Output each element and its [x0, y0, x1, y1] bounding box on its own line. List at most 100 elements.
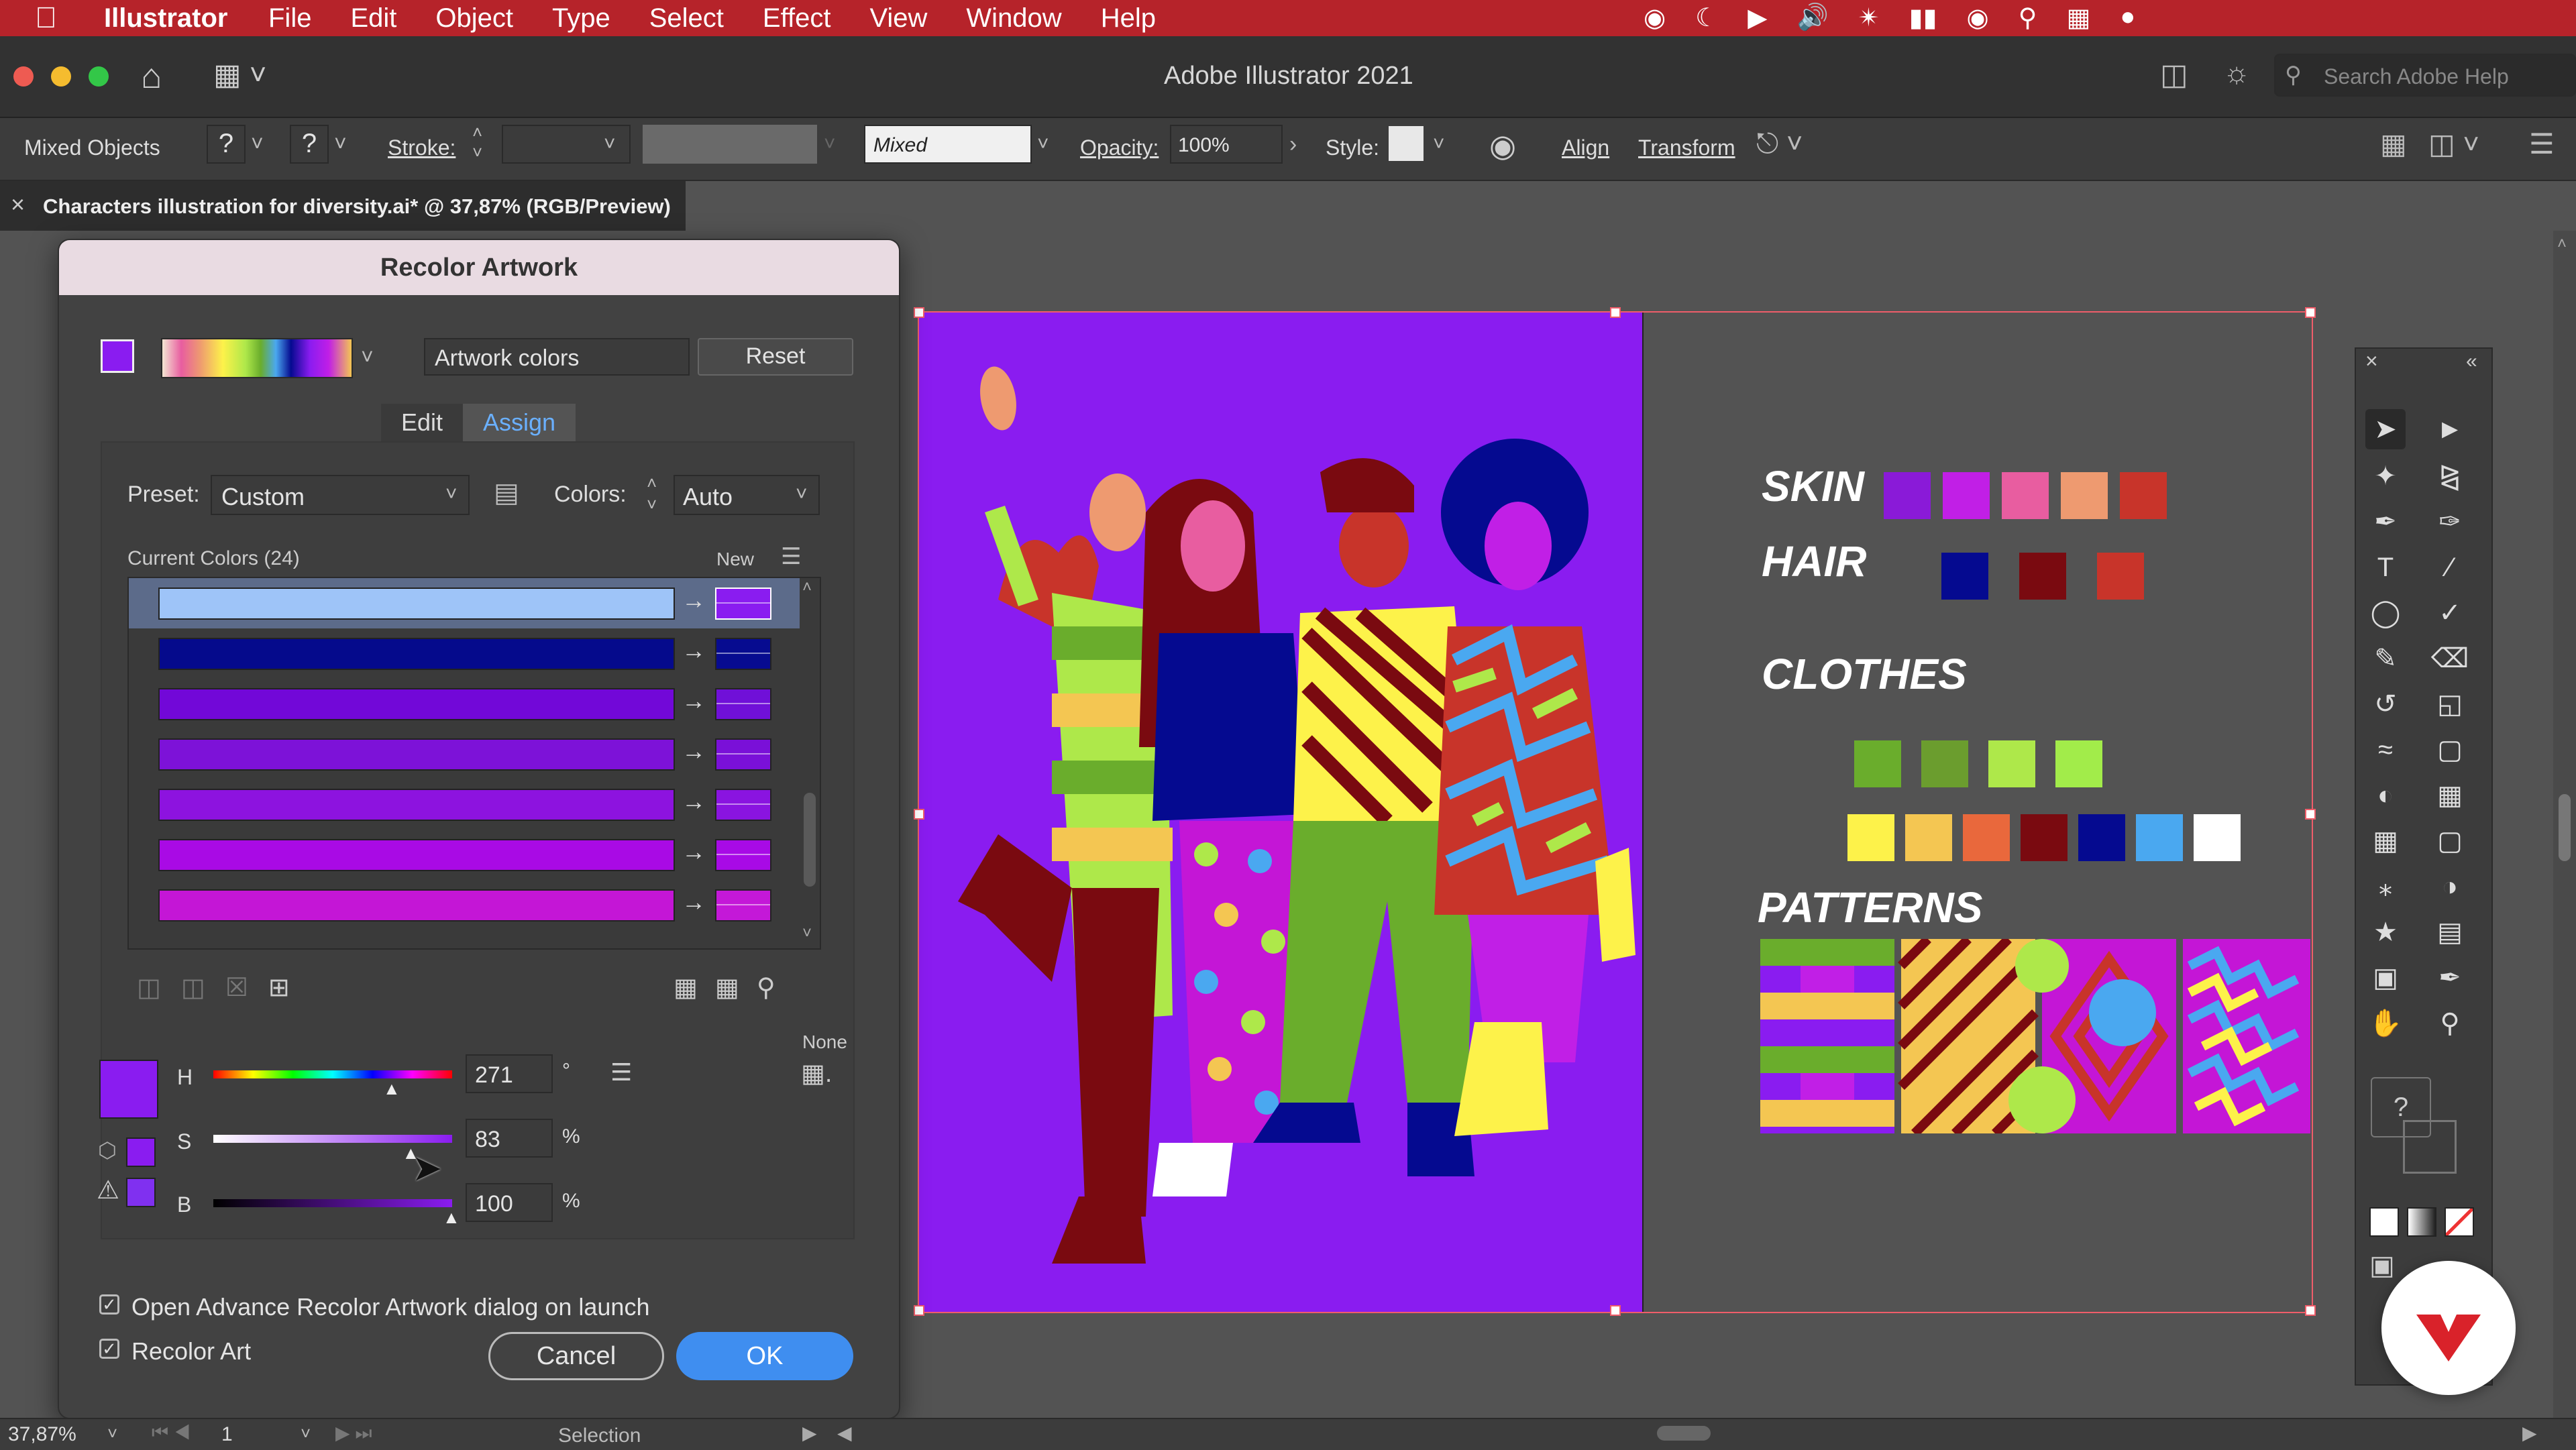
- obs-icon[interactable]: ◉: [1644, 3, 1666, 33]
- document-tab[interactable]: × Characters illustration for diversity.…: [0, 181, 686, 231]
- menu-file[interactable]: File: [268, 3, 311, 33]
- menu-select[interactable]: Select: [649, 3, 724, 33]
- current-color-bar[interactable]: [158, 688, 675, 720]
- curvature-tool-icon[interactable]: ✑: [2430, 502, 2470, 542]
- artboard-number-field[interactable]: 1: [221, 1423, 233, 1446]
- menu-window[interactable]: Window: [966, 3, 1061, 33]
- color-mode-grid-icon[interactable]: ▦.: [801, 1058, 832, 1089]
- hue-slider[interactable]: ▲: [213, 1070, 452, 1099]
- volume-icon[interactable]: 🔊: [1796, 3, 1828, 33]
- color-swatch[interactable]: [2021, 814, 2068, 861]
- cancel-button[interactable]: Cancel: [488, 1332, 664, 1380]
- current-color-bar[interactable]: [158, 638, 675, 670]
- assign-arrow-icon[interactable]: →: [682, 586, 706, 614]
- new-color-swatch[interactable]: [715, 588, 771, 620]
- new-color-swatch[interactable]: [715, 839, 771, 871]
- fill-color-icon[interactable]: [2369, 1207, 2399, 1237]
- puppet-warp-icon[interactable]: ⎋ ˅: [1756, 127, 1803, 160]
- fill-chevron-down-icon[interactable]: ˅: [251, 131, 264, 156]
- fill-stroke-widget[interactable]: [2403, 1120, 2457, 1174]
- stroke-color-dropdown[interactable]: ?: [290, 125, 329, 164]
- battery-icon[interactable]: ▮▮: [1909, 3, 1937, 33]
- pencil-tool-icon[interactable]: ✎: [2365, 638, 2406, 679]
- artboard[interactable]: [918, 311, 1644, 1313]
- opacity-label[interactable]: Opacity:: [1080, 135, 1159, 160]
- free-transform-tool-icon[interactable]: ▢: [2430, 730, 2470, 770]
- swatch-artboard[interactable]: SKIN HAIR CLOTHES PATTERNS: [1644, 311, 2310, 1313]
- scale-tool-icon[interactable]: ◱: [2430, 684, 2470, 724]
- magic-wand-tool-icon[interactable]: ✦: [2365, 456, 2406, 496]
- gamut-color-swatch[interactable]: [126, 1137, 156, 1167]
- dialog-header[interactable]: Recolor Artwork: [59, 240, 899, 295]
- wifi-icon[interactable]: ◉: [1966, 3, 1988, 33]
- color-swatch[interactable]: [2120, 472, 2167, 519]
- color-swatch[interactable]: [1921, 740, 1968, 787]
- color-swatch[interactable]: [2078, 814, 2125, 861]
- brightness-slider-thumb[interactable]: ▲: [443, 1207, 460, 1228]
- color-row[interactable]: →: [129, 729, 820, 779]
- menu-effect[interactable]: Effect: [763, 3, 831, 33]
- tab-edit[interactable]: Edit: [381, 404, 463, 441]
- color-swatch[interactable]: [2002, 472, 2049, 519]
- horizontal-scroll-right-icon[interactable]: ▶: [2522, 1422, 2537, 1444]
- assign-arrow-icon[interactable]: →: [682, 888, 706, 916]
- eraser-tool-icon[interactable]: ⌫: [2430, 638, 2470, 679]
- warning-triangle-icon[interactable]: ⚠: [97, 1175, 119, 1205]
- lasso-tool-icon[interactable]: ⧎: [2430, 456, 2470, 496]
- home-icon[interactable]: ⌂: [141, 56, 162, 97]
- variable-width-profile[interactable]: [643, 125, 817, 164]
- color-swatch[interactable]: [2061, 472, 2108, 519]
- current-color-bar[interactable]: [158, 738, 675, 771]
- find-color-icon[interactable]: ⚲: [757, 972, 775, 1003]
- recolor-globe-icon[interactable]: ◉: [1489, 127, 1516, 164]
- panel-layout-icon[interactable]: ◫ ˅: [2428, 127, 2479, 160]
- close-tab-icon[interactable]: ×: [11, 190, 25, 219]
- vertical-scroll-thumb[interactable]: [2559, 794, 2571, 861]
- zoom-tool-icon[interactable]: ⚲: [2430, 1003, 2470, 1044]
- moon-icon[interactable]: ☾: [1695, 3, 1718, 33]
- minimize-window-button[interactable]: [51, 66, 71, 87]
- scroll-up-icon[interactable]: ˄: [802, 578, 812, 597]
- new-row-icon[interactable]: ⊞: [268, 972, 290, 1003]
- assign-arrow-icon[interactable]: →: [682, 787, 706, 816]
- arrange-documents-icon[interactable]: ◫: [2160, 58, 2188, 92]
- vertical-scrollbar[interactable]: ˄: [2553, 231, 2576, 1418]
- ok-button[interactable]: OK: [676, 1332, 853, 1380]
- color-row[interactable]: →: [129, 779, 820, 830]
- direct-selection-tool-icon[interactable]: ►: [2430, 409, 2470, 449]
- open-advance-label[interactable]: Open Advance Recolor Artwork dialog on l…: [131, 1293, 649, 1321]
- assign-arrow-icon[interactable]: →: [682, 636, 706, 665]
- color-row[interactable]: →: [129, 628, 820, 679]
- gradient-tool-icon[interactable]: ▢: [2430, 821, 2470, 861]
- scroll-thumb[interactable]: [804, 793, 816, 887]
- current-color-bar[interactable]: [158, 789, 675, 821]
- assign-arrow-icon[interactable]: →: [682, 838, 706, 866]
- graphic-style-swatch[interactable]: [1389, 126, 1424, 161]
- column-graph-tool-icon[interactable]: ▤: [2430, 912, 2470, 952]
- zoom-level-field[interactable]: 37,87%: [8, 1423, 76, 1446]
- artwork-colors-field[interactable]: Artwork colors: [424, 338, 690, 376]
- slice-tool-icon[interactable]: ✒: [2430, 958, 2470, 998]
- stroke-chevron-down-icon[interactable]: ˅: [334, 131, 347, 156]
- out-of-gamut-cube-icon[interactable]: ⬡: [98, 1137, 117, 1163]
- colors-stepper[interactable]: ˄ ˅: [647, 472, 657, 515]
- current-color-bar[interactable]: [158, 839, 675, 871]
- color-swatch[interactable]: [1884, 472, 1931, 519]
- color-swatch[interactable]: [2136, 814, 2183, 861]
- recolor-art-checkbox[interactable]: ✓: [99, 1339, 119, 1359]
- color-swatch[interactable]: [1988, 740, 2035, 787]
- menu-object[interactable]: Object: [435, 3, 513, 33]
- profile-chevron-icon[interactable]: ˅: [824, 133, 836, 156]
- randomly-change-saturation-icon[interactable]: ▦: [715, 972, 739, 1003]
- apple-icon[interactable]: : [35, 1, 57, 35]
- saturation-slider[interactable]: ▲: [213, 1135, 452, 1163]
- color-swatch[interactable]: [1963, 814, 2010, 861]
- color-swatch[interactable]: [2055, 740, 2102, 787]
- current-color-bar[interactable]: [158, 889, 675, 922]
- bluetooth-icon[interactable]: ✴: [1858, 3, 1880, 33]
- separate-colors-icon[interactable]: ◫: [181, 972, 205, 1003]
- color-row[interactable]: →: [129, 880, 820, 930]
- b-field[interactable]: 100: [466, 1183, 553, 1222]
- stroke-label[interactable]: Stroke:: [388, 135, 455, 160]
- new-color-swatch[interactable]: [715, 889, 771, 922]
